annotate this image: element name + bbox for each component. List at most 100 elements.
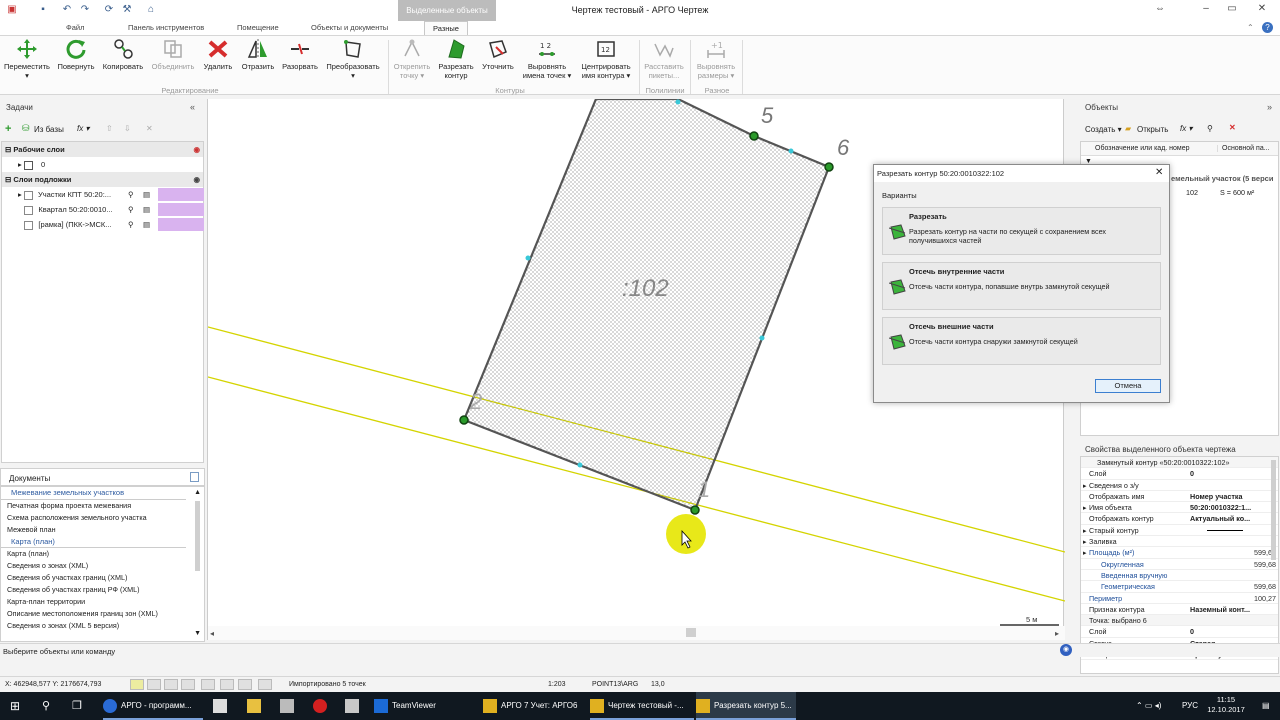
expand-icon[interactable]: ▸ xyxy=(1083,525,1087,536)
opera-icon[interactable] xyxy=(313,692,331,720)
tray-icons[interactable]: ⌃ ▭ ◂) xyxy=(1136,692,1161,720)
property-value[interactable]: Наземный конт... xyxy=(1190,604,1250,615)
doc-item[interactable]: Сведения об участках границ (XML) xyxy=(1,572,204,584)
close-button[interactable]: ✕ xyxy=(1252,3,1272,14)
store-icon[interactable] xyxy=(213,692,231,720)
delete-button[interactable]: Удалить xyxy=(200,38,236,72)
midpoint-marker[interactable] xyxy=(759,335,765,341)
doc-group-header[interactable]: Межевание земельных участков xyxy=(1,487,186,500)
midpoint-marker[interactable] xyxy=(577,462,583,468)
line-style-preview[interactable] xyxy=(1207,529,1243,531)
scrollbar-thumb[interactable] xyxy=(195,501,200,571)
binoculars-icon[interactable]: ⚲ xyxy=(128,202,134,217)
object-group-row[interactable]: емельный участок (5 верси xyxy=(1171,174,1273,183)
refine-button[interactable]: Уточнить xyxy=(479,38,517,72)
snap-icon[interactable] xyxy=(201,679,215,690)
property-row[interactable]: ▸ Заливка xyxy=(1081,536,1278,548)
midpoint-marker[interactable] xyxy=(675,99,681,105)
rotate-button[interactable]: Повернуть xyxy=(54,38,98,72)
snap-icon[interactable] xyxy=(130,679,144,690)
doc-item[interactable]: Описание местоположения границ зон (XML) xyxy=(1,608,204,620)
help-icon[interactable]: ? xyxy=(1262,22,1273,33)
point-section-header[interactable]: Точка: выбрано 6 xyxy=(1081,615,1278,627)
center-contour-name-button[interactable]: 12 Центрировать имя контура ▾ xyxy=(578,38,634,80)
property-value[interactable]: 50:20:0010322:1... xyxy=(1190,502,1251,513)
restore-icon[interactable] xyxy=(190,472,199,482)
scroll-up-icon[interactable]: ▲ xyxy=(194,489,201,496)
scroll-down-icon[interactable]: ▼ xyxy=(194,630,201,637)
property-row[interactable]: Слой 0 xyxy=(1081,468,1278,480)
tab-room[interactable]: Помещение xyxy=(237,21,279,35)
tab-objects-docs[interactable]: Объекты и документы xyxy=(311,21,388,35)
taskbar-item-active[interactable]: Разрезать контур 5... xyxy=(696,692,796,720)
doc-item[interactable]: Сведения о зонах (XML 5 версия) xyxy=(1,620,204,632)
property-row[interactable]: ▸ Площадь (м²) 599,68 xyxy=(1081,547,1278,559)
option-cut-inner[interactable]: Отсечь внутренние части Отсечь части конт… xyxy=(882,262,1161,310)
doc-item[interactable]: Карта (план) xyxy=(1,548,204,560)
fx-icon[interactable]: fx ▾ xyxy=(77,124,89,133)
clock[interactable]: 11:15 12.10.2017 xyxy=(1203,695,1249,715)
taskbar-item[interactable]: TeamViewer xyxy=(374,692,474,720)
expand-icon[interactable]: ▸ xyxy=(1083,536,1087,547)
from-base-button[interactable]: Из базы xyxy=(34,125,64,134)
settings-icon[interactable]: ▤ xyxy=(143,187,150,202)
notifications-icon[interactable]: ▤ xyxy=(1262,692,1270,720)
snap-icon[interactable] xyxy=(164,679,178,690)
tab-toolbar[interactable]: Панель инструментов xyxy=(128,21,204,35)
object-row-id[interactable]: 102 xyxy=(1186,188,1198,197)
settings-icon[interactable]: ▤ xyxy=(143,202,150,217)
task-view-icon[interactable]: ❐ xyxy=(72,692,82,720)
h-scrollbar-thumb[interactable] xyxy=(686,628,696,637)
expand-icon[interactable]: ▸ xyxy=(1083,547,1087,558)
col-header[interactable]: Основной па... xyxy=(1217,145,1270,152)
doc-item[interactable]: Карта-план территории xyxy=(1,596,204,608)
layer-checkbox[interactable] xyxy=(24,205,34,215)
property-row[interactable]: Периметр 100,27 xyxy=(1081,593,1278,604)
vertex-point[interactable] xyxy=(459,415,469,425)
find-icon[interactable]: ⚲ xyxy=(1207,124,1213,133)
snap-icon[interactable] xyxy=(220,679,234,690)
property-row[interactable]: Признак контура Наземный конт... xyxy=(1081,604,1278,616)
property-row[interactable]: Отображать имя Номер участка xyxy=(1081,491,1278,503)
property-row[interactable]: Отображать контур Актуальный ко... xyxy=(1081,513,1278,525)
col-header[interactable]: Обозначение или кад. номер xyxy=(1095,145,1190,152)
eye-icon[interactable]: ◉ xyxy=(193,172,200,187)
property-row[interactable]: Введенная вручную xyxy=(1081,570,1278,582)
copy-button[interactable]: Копировать xyxy=(101,38,145,72)
property-row[interactable]: Округленная 599,68 xyxy=(1081,559,1278,570)
create-button[interactable]: Создать ▾ xyxy=(1085,125,1122,134)
mirror-button[interactable]: Отразить xyxy=(239,38,277,72)
property-row[interactable]: ▸ Старый контур xyxy=(1081,525,1278,537)
windows-start-icon[interactable]: ⊞ xyxy=(10,692,20,720)
language-indicator[interactable]: РУС xyxy=(1182,692,1198,720)
add-icon[interactable]: + xyxy=(5,123,11,135)
property-value[interactable]: 100,27 xyxy=(1196,593,1276,604)
taskbar-item[interactable]: Чертеж тестовый -... xyxy=(590,692,694,720)
base-layers-header[interactable]: ⊟ Слои подложки ◉ xyxy=(2,172,203,187)
property-row[interactable]: ▸ Сведения о з/у xyxy=(1081,480,1278,491)
layer-row[interactable]: ▸ 0 xyxy=(2,157,203,172)
property-value[interactable]: 0 xyxy=(1190,468,1194,479)
doc-group-header[interactable]: Карта (план) xyxy=(1,536,186,548)
dialog-close-icon[interactable]: ✕ xyxy=(1155,167,1163,178)
settings-icon[interactable]: ▤ xyxy=(143,217,150,232)
binoculars-icon[interactable]: ⚲ xyxy=(128,187,134,202)
place-pickets-button[interactable]: Расставить пикеты... xyxy=(641,38,687,80)
property-value[interactable]: 0 xyxy=(1190,626,1194,637)
cut-contour-button[interactable]: Разрезать контур xyxy=(436,38,476,80)
property-row[interactable]: Геометрическая 599,68 xyxy=(1081,581,1278,593)
open-button[interactable]: Открыть xyxy=(1137,125,1168,134)
cancel-button[interactable]: Отмена xyxy=(1095,379,1161,393)
collapse-icon[interactable]: « xyxy=(190,102,195,112)
snap-icon[interactable] xyxy=(147,679,161,690)
vertex-point[interactable] xyxy=(690,505,700,515)
vertex-point[interactable] xyxy=(824,162,834,172)
taskbar-item[interactable]: АРГО 7 Учет: АРГО6 xyxy=(483,692,588,720)
transform-button[interactable]: Преобразовать ▾ xyxy=(324,38,382,80)
folder-icon[interactable] xyxy=(345,692,363,720)
expand-icon[interactable]: ▸ xyxy=(1083,480,1087,491)
base-layer-row[interactable]: ▸ Участки КПТ 50:20:... ⚲ ▤ xyxy=(2,187,204,202)
resize-icon[interactable]: ⇔ xyxy=(1150,3,1170,14)
doc-item[interactable]: Схема расположения земельного участка xyxy=(1,512,204,524)
layer-color-swatch[interactable] xyxy=(158,203,204,216)
